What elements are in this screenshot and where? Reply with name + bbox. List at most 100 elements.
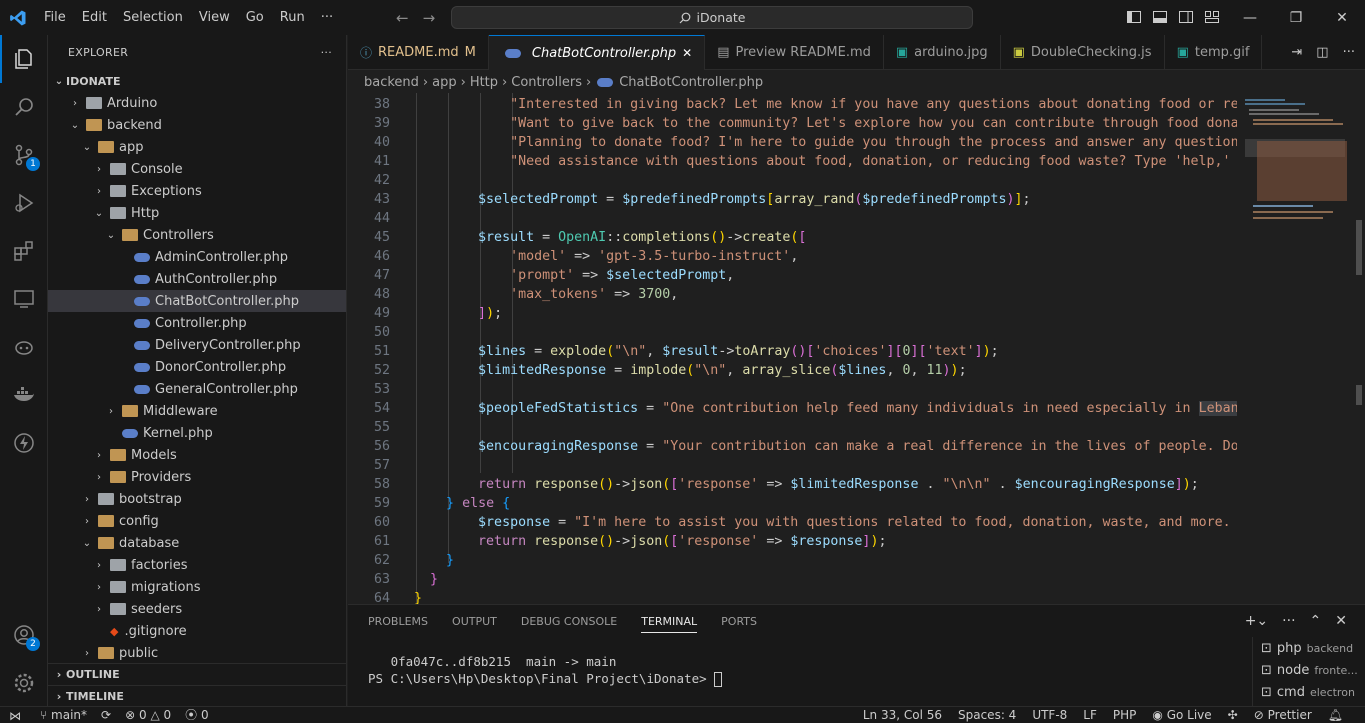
menu-view[interactable]: View	[191, 0, 238, 35]
docker-icon[interactable]	[0, 371, 48, 419]
file-item[interactable]: ◆ .gitignore	[48, 620, 346, 642]
prettier-button[interactable]: ⊘ Prettier	[1254, 707, 1312, 723]
terminal-item[interactable]: ⊡ node fronte...	[1253, 659, 1365, 681]
minimap[interactable]	[1237, 93, 1353, 604]
folder-item[interactable]: › bootstrap	[48, 488, 346, 510]
folder-item[interactable]: ⌄ app	[48, 136, 346, 158]
restore-icon[interactable]: ❐	[1273, 0, 1319, 35]
terminal-item[interactable]: ⊡ php backend	[1253, 637, 1365, 659]
notifications-icon[interactable]: 🔔︎	[1328, 707, 1343, 723]
source-control-icon[interactable]: 1	[0, 131, 48, 179]
accounts-icon[interactable]: 2	[0, 611, 48, 659]
folder-item[interactable]: › public	[48, 642, 346, 664]
close-panel-icon[interactable]: ✕	[1335, 613, 1347, 629]
open-changes-icon[interactable]: ⇥	[1291, 45, 1302, 60]
tab-chatbotcontroller[interactable]: ChatBotController.php ✕	[488, 35, 706, 70]
editor-scrollbar[interactable]	[1353, 93, 1365, 604]
more-actions-icon[interactable]: ···	[1343, 45, 1355, 60]
folder-item[interactable]: ⌄ Controllers	[48, 224, 346, 246]
folder-item[interactable]: › Exceptions	[48, 180, 346, 202]
tab-close-icon[interactable]: ✕	[682, 46, 692, 60]
menu-go[interactable]: Go	[238, 0, 272, 35]
breadcrumb-item[interactable]: Controllers	[511, 75, 582, 90]
tab-problems[interactable]: PROBLEMS	[368, 615, 428, 633]
file-item[interactable]: AuthController.php	[48, 268, 346, 290]
thunder-client-icon[interactable]	[0, 419, 48, 467]
problems-status[interactable]: ⊗ 0 △ 0	[125, 707, 171, 723]
manage-gear-icon[interactable]	[0, 659, 48, 707]
folder-item[interactable]: › Providers	[48, 466, 346, 488]
timeline-section[interactable]: › TIMELINE	[48, 685, 346, 706]
folder-item[interactable]: › factories	[48, 554, 346, 576]
scrollbar-thumb[interactable]	[1356, 220, 1362, 275]
ports-status[interactable]: ⦿ 0	[185, 707, 208, 723]
menu-selection[interactable]: Selection	[115, 0, 191, 35]
copilot-icon[interactable]	[0, 323, 48, 371]
menu-file[interactable]: File	[36, 0, 74, 35]
tab-readme[interactable]: ⓘ README.md M	[348, 35, 489, 70]
code-editor[interactable]: 38 "Interested in giving back? Let me kn…	[348, 93, 1237, 604]
search-view-icon[interactable]	[0, 83, 48, 131]
new-terminal-icon[interactable]: +⌄	[1245, 613, 1268, 629]
extensions-icon[interactable]	[0, 227, 48, 275]
file-item[interactable]: DonorController.php	[48, 356, 346, 378]
tab-ports[interactable]: PORTS	[721, 615, 757, 633]
menu-edit[interactable]: Edit	[74, 0, 115, 35]
breadcrumb-item[interactable]: Http	[470, 75, 498, 90]
tab-arduino-jpg[interactable]: ▣ arduino.jpg	[884, 35, 1001, 70]
file-item[interactable]: DeliveryController.php	[48, 334, 346, 356]
split-editor-icon[interactable]: ◫	[1316, 45, 1328, 60]
file-item[interactable]: Kernel.php	[48, 422, 346, 444]
folder-item[interactable]: › Console	[48, 158, 346, 180]
command-center-search[interactable]: iDonate	[451, 6, 973, 29]
file-item[interactable]: GeneralController.php	[48, 378, 346, 400]
folder-item[interactable]: › seeders	[48, 598, 346, 620]
minimize-icon[interactable]: —	[1227, 0, 1273, 35]
tab-preview-readme[interactable]: ▤ Preview README.md	[705, 35, 884, 70]
folder-item[interactable]: › config	[48, 510, 346, 532]
explorer-more-button[interactable]: ···	[321, 46, 332, 59]
tab-output[interactable]: OUTPUT	[452, 615, 497, 633]
file-item[interactable]: AdminController.php	[48, 246, 346, 268]
folder-item[interactable]: › migrations	[48, 576, 346, 598]
go-live-button[interactable]: ◉ Go Live	[1152, 707, 1211, 723]
customize-layout-icon[interactable]	[1204, 9, 1220, 25]
back-arrow-icon[interactable]: ←	[396, 9, 409, 27]
maximize-panel-icon[interactable]: ⌃	[1310, 613, 1322, 629]
terminal-item[interactable]: ⊡ cmd electron	[1253, 681, 1365, 703]
toggle-panel-icon[interactable]	[1152, 9, 1168, 25]
toggle-secondary-sidebar-icon[interactable]	[1178, 9, 1194, 25]
folder-item[interactable]: ⌄ backend	[48, 114, 346, 136]
end-of-line[interactable]: LF	[1083, 707, 1097, 723]
cursor-position[interactable]: Ln 33, Col 56	[863, 707, 942, 723]
breadcrumb-item[interactable]: ChatBotController.php	[619, 75, 763, 90]
folder-item[interactable]: › Arduino	[48, 92, 346, 114]
menu-more[interactable]: ···	[313, 0, 341, 35]
folder-item[interactable]: ⌄ database	[48, 532, 346, 554]
tab-temp-gif[interactable]: ▣ temp.gif	[1165, 35, 1263, 70]
tab-doublechecking-js[interactable]: ▣ DoubleChecking.js	[1001, 35, 1165, 70]
workspace-root[interactable]: ⌄ IDONATE	[48, 70, 346, 92]
file-item[interactable]: ChatBotController.php	[48, 290, 346, 312]
run-debug-icon[interactable]	[0, 179, 48, 227]
branch-status[interactable]: ⑂ main*	[40, 707, 87, 723]
tab-terminal[interactable]: TERMINAL	[641, 615, 698, 633]
forward-arrow-icon[interactable]: →	[423, 9, 436, 27]
breadcrumb-item[interactable]: app	[432, 75, 456, 90]
sync-icon[interactable]: ⟳	[101, 707, 111, 723]
folder-item[interactable]: ⌄ Http	[48, 202, 346, 224]
close-icon[interactable]: ✕	[1319, 0, 1365, 35]
language-mode[interactable]: PHP	[1113, 707, 1137, 723]
folder-item[interactable]: › Middleware	[48, 400, 346, 422]
more-icon[interactable]: ···	[1282, 613, 1295, 629]
indentation[interactable]: Spaces: 4	[958, 707, 1016, 723]
toggle-sidebar-icon[interactable]	[1126, 9, 1142, 25]
folder-item[interactable]: › Models	[48, 444, 346, 466]
tab-debug-console[interactable]: DEBUG CONSOLE	[521, 615, 617, 633]
outline-section[interactable]: › OUTLINE	[48, 663, 346, 685]
terminal-output[interactable]: 0fa047c..df8b215 main -> main PS C:\Users…	[368, 653, 723, 687]
file-item[interactable]: Controller.php	[48, 312, 346, 334]
menu-run[interactable]: Run	[272, 0, 313, 35]
remote-explorer-icon[interactable]	[0, 275, 48, 323]
remote-indicator-icon[interactable]: ⋈	[0, 707, 30, 723]
